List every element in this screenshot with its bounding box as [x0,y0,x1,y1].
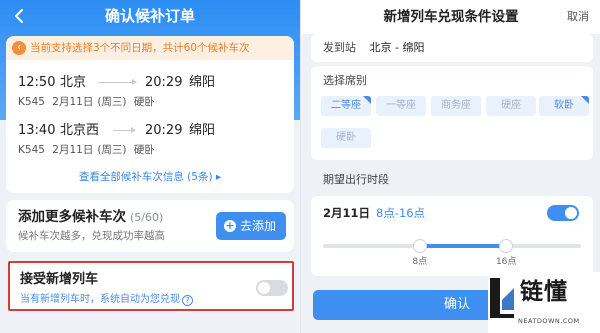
train-number: K545 [18,96,45,108]
notice-banner: ‹ 当前支持选择3个不同日期，共计60个候补车次 [6,36,294,60]
depart-time: 13:40 [18,123,56,138]
time-range-slider[interactable] [323,239,581,253]
seat-type: 硬卧 [133,96,155,108]
toggle-knob [258,282,270,294]
notice-text: 当前支持选择3个不同日期，共计60个候补车次 [30,42,250,54]
trip-card: ‹ 当前支持选择3个不同日期，共计60个候补车次 12:50 北京 20:29 … [6,36,294,193]
go-add-label: 去添加 [240,219,277,233]
watermark-text: 链懂 [520,279,568,305]
go-add-button[interactable]: + 去添加 [216,212,286,240]
watermark-url: NEATDOWN.COM [518,317,580,325]
add-trains-title-text: 添加更多候补车次 [18,209,126,225]
period-date: 2月11日 [323,206,371,220]
period-title: 期望出行时段 [323,173,389,186]
seat-class-card: 选择席别 二等座 一等座 商务座 硬座 软卧 硬卧 [311,66,593,160]
period-date-row: 2月11日 8点-16点 [323,205,425,221]
watermark: 链懂 NEATDOWN.COM [488,272,600,333]
arrive-station: 绵阳 [189,123,216,138]
trip-weekday: (周三) [97,96,127,108]
arrow-icon [98,79,137,85]
arrive-station: 绵阳 [189,75,216,90]
station-value: 北京 - 绵阳 [369,41,425,54]
sheet-title: 新增列车兑现条件设置 [383,9,519,25]
station-label: 发到站 [323,41,356,54]
seat-option[interactable]: 商务座 [431,96,481,116]
slider-fill [419,244,507,248]
seat-option[interactable]: 硬座 [486,96,536,116]
page-title: 确认候补订单 [104,7,195,25]
train-number: K545 [18,144,45,156]
slider-end-handle[interactable] [499,239,514,253]
trip-date: 2月11日 [52,144,94,156]
toggle-knob [565,207,577,219]
chevron-left-icon: ‹ [12,41,26,55]
accept-new-trains-title: 接受新增列车 [20,272,99,287]
slider-start-handle[interactable] [412,239,427,253]
seat-type: 硬卧 [133,144,155,156]
order-confirm-panel: 确认候补订单 ‹ 当前支持选择3个不同日期，共计60个候补车次 12:50 北京… [0,0,300,333]
period-card: 2月11日 8点-16点 8点 16点 [311,196,593,276]
trip-item: 12:50 北京 20:29 绵阳 K545 2月11日 (周三) 硬卧 [18,74,288,110]
accept-new-trains-card: 接受新增列车 当有新增列车时，系统自动为您兑现? [8,261,294,311]
arrive-time: 20:29 [145,75,183,90]
trip-date: 2月11日 [52,96,94,108]
add-trains-subtitle: 候补车次越多，兑现成功率越高 [18,230,165,242]
seat-class-label: 选择席别 [323,74,367,87]
trip-weekday: (周三) [97,144,127,156]
trip-item: 13:40 北京西 20:29 绵阳 K545 2月11日 (周三) 硬卧 [18,122,288,158]
arrive-time: 20:29 [145,123,183,138]
trains-count: (5/60) [130,211,164,224]
accept-new-trains-subtitle: 当有新增列车时，系统自动为您兑现? [20,293,193,306]
seat-option[interactable]: 一等座 [376,96,426,116]
seat-option[interactable]: 软卧 [539,96,589,116]
add-trains-title: 添加更多候补车次 (5/60) [18,208,163,227]
accept-subtitle-text: 当有新增列车时，系统自动为您兑现 [20,294,180,305]
plus-circle-icon: + [224,219,236,232]
arrow-icon [113,127,136,133]
cancel-button[interactable]: 取消 [567,9,589,25]
depart-time: 12:50 [18,75,56,90]
seat-option[interactable]: 硬卧 [321,128,371,148]
accept-new-trains-toggle[interactable] [256,280,288,296]
logo-icon [490,278,514,318]
slider-start-label: 8点 [412,257,428,267]
help-icon[interactable]: ? [182,295,193,306]
slider-end-label: 16点 [495,257,517,267]
seat-option[interactable]: 二等座 [321,96,371,116]
depart-station: 北京 [60,75,87,90]
sheet-header: 新增列车兑现条件设置 取消 [301,0,600,34]
add-trains-card: 添加更多候补车次 (5/60) 候补车次越多，兑现成功率越高 + 去添加 [6,200,294,252]
view-all-trips-link[interactable]: 查看全部候补车次信息 (5条) ▸ [6,169,294,185]
station-row: 发到站 北京 - 绵阳 [311,34,593,62]
period-range: 8点-16点 [376,206,426,220]
period-toggle[interactable] [547,205,579,221]
depart-station: 北京西 [60,123,100,138]
